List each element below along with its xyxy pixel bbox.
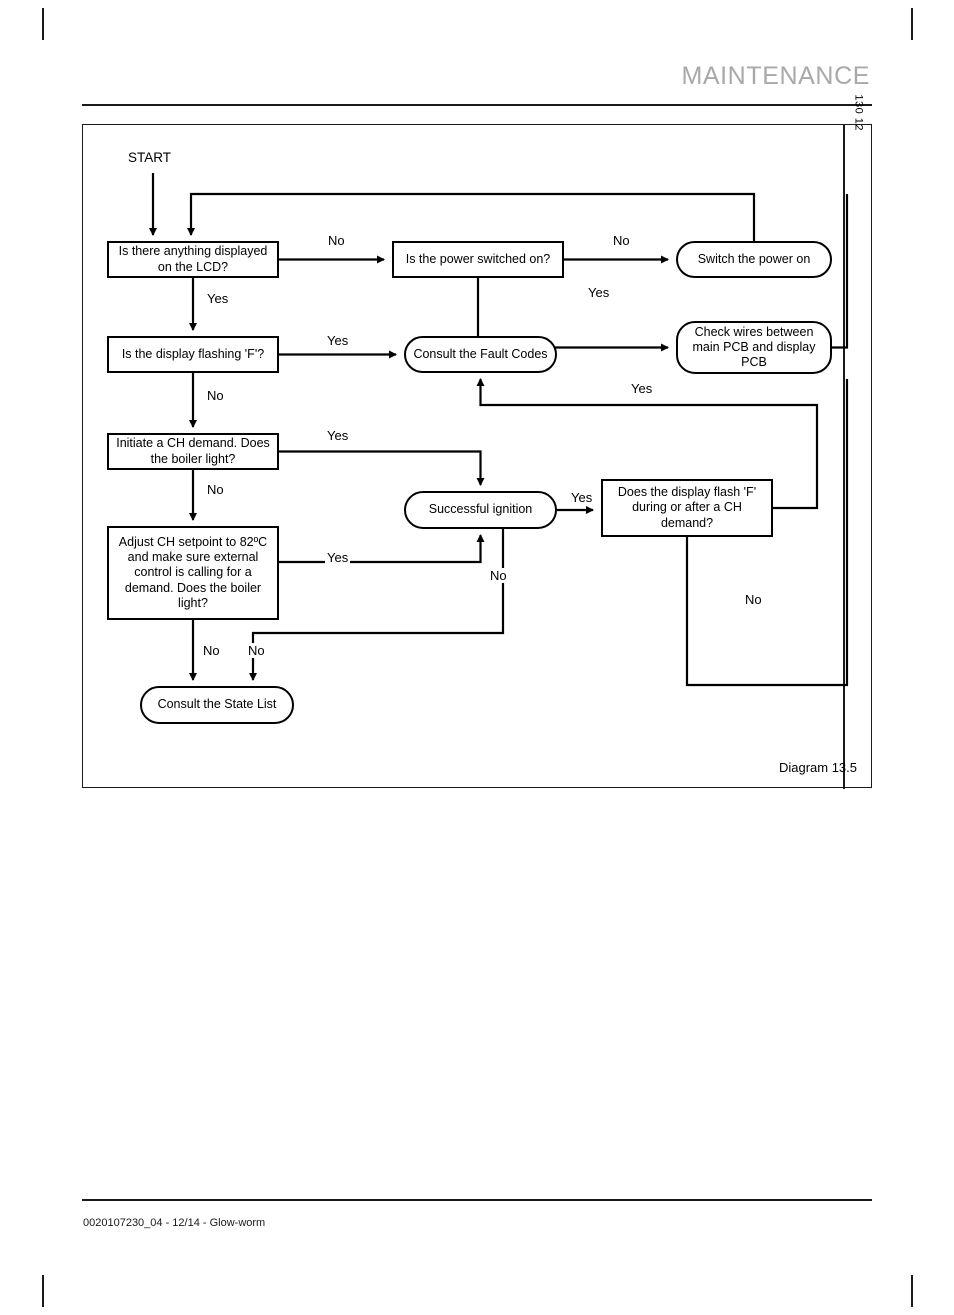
node-label: Initiate a CH demand. Does the boiler li… — [116, 436, 270, 466]
page-header-title: MAINTENANCE — [681, 62, 870, 90]
node-label: Successful ignition — [428, 502, 533, 517]
node-label: Switch the power on — [697, 251, 811, 266]
node-label: Adjust CH setpoint to 82ºC and make sure… — [118, 534, 268, 610]
diagram-inner: 130 12 START Is there anything displayed… — [83, 94, 871, 789]
sidebar-divider — [843, 125, 845, 789]
diagram-frame: 130 12 START Is there anything displayed… — [82, 94, 872, 789]
edge-label-no-8: No — [246, 643, 267, 658]
node-label: Check wires between main PCB and display… — [692, 324, 816, 370]
edge-label-yes-2: Yes — [586, 285, 612, 300]
node-label: Is there anything displayed on the LCD? — [118, 244, 268, 274]
node-label: Does the display flash 'F' during or aft… — [617, 485, 757, 530]
edge-label-yes-1: Yes — [205, 291, 231, 306]
node-is-anything-displayed[interactable]: Is there anything displayed on the LCD? — [107, 241, 279, 278]
diagram-reference-code: 130 12 — [853, 94, 865, 131]
crop-mark-top-right — [911, 8, 913, 40]
edge-label-yes-4: Yes — [629, 381, 655, 396]
node-successful-ignition[interactable]: Successful ignition — [404, 491, 557, 529]
node-consult-the-fault-codes[interactable]: Consult the Fault Codes — [404, 336, 557, 373]
node-label: Consult the State List — [157, 697, 277, 712]
node-adjust-ch-setpoint[interactable]: Adjust CH setpoint to 82ºC and make sure… — [107, 526, 279, 620]
footer-document-code: 0020107230_04 - 12/14 - Glow-worm — [83, 1217, 266, 1229]
edge-label-yes-7: Yes — [325, 550, 351, 565]
start-label: START — [128, 150, 172, 165]
node-consult-the-state-list[interactable]: Consult the State List — [140, 686, 294, 724]
header-divider — [82, 104, 872, 106]
node-label: Consult the Fault Codes — [413, 346, 548, 361]
crop-mark-bottom-left — [42, 1275, 44, 1307]
edge-label-yes-6: Yes — [569, 490, 595, 505]
crop-mark-bottom-right — [911, 1275, 913, 1307]
diagram-caption: Diagram 13.5 — [778, 760, 857, 775]
node-initiate-ch-demand[interactable]: Initiate a CH demand. Does the boiler li… — [107, 433, 279, 470]
edge-label-no-2: No — [611, 233, 632, 248]
edge-label-no-1: No — [326, 233, 347, 248]
node-label: Is the display flashing 'F'? — [121, 346, 265, 361]
edge-label-no-4: No — [205, 482, 226, 497]
edge-label-no-5: No — [488, 568, 509, 583]
node-switch-the-power-on[interactable]: Switch the power on — [676, 241, 832, 278]
node-is-display-flashing-f[interactable]: Is the display flashing 'F'? — [107, 336, 279, 373]
node-is-power-switched-on[interactable]: Is the power switched on? — [392, 241, 564, 278]
edge-label-yes-3: Yes — [325, 333, 351, 348]
node-label: Is the power switched on? — [405, 251, 551, 266]
node-does-display-flash-f-during-demand[interactable]: Does the display flash 'F' during or aft… — [601, 479, 773, 537]
edge-label-no-3: No — [205, 388, 226, 403]
edge-label-no-7: No — [201, 643, 222, 658]
page-canvas: MAINTENANCE 130 12 START Is there anythi… — [0, 0, 954, 1315]
node-check-wires-between-pcbs[interactable]: Check wires between main PCB and display… — [676, 321, 832, 374]
crop-mark-top-left — [42, 8, 44, 40]
footer-divider — [82, 1199, 872, 1201]
edge-label-no-6: No — [743, 592, 764, 607]
edge-label-yes-5: Yes — [325, 428, 351, 443]
